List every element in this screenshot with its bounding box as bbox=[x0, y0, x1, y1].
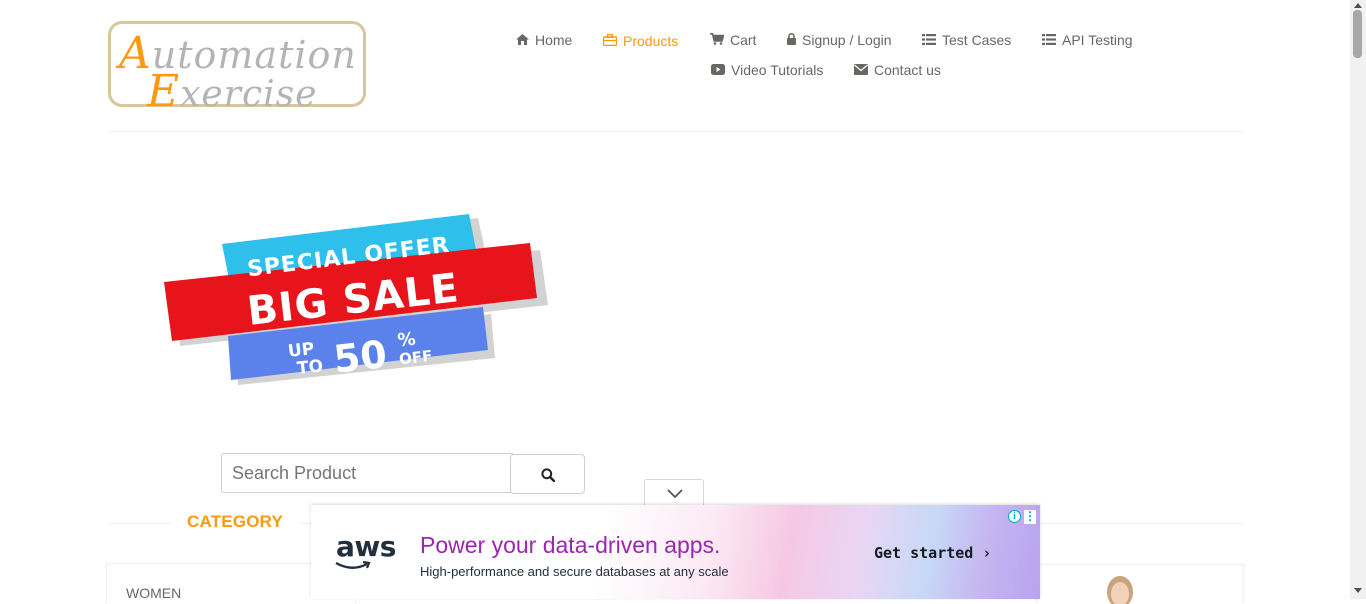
banner-text-to: TO bbox=[296, 356, 324, 379]
cart-icon bbox=[710, 33, 725, 48]
nav-api-testing[interactable]: API Testing bbox=[1042, 32, 1133, 48]
product-card bbox=[1035, 563, 1245, 603]
nav-contact-us-label: Contact us bbox=[874, 62, 941, 78]
sale-banner: SPECIAL OFFER BIG SALE UP TO 50 % OFF bbox=[164, 214, 548, 385]
banner-text-off: OFF bbox=[398, 347, 433, 369]
nav-test-cases[interactable]: Test Cases bbox=[922, 32, 1011, 48]
product-image bbox=[1107, 576, 1133, 604]
list-icon bbox=[1042, 34, 1056, 48]
list-icon bbox=[922, 34, 936, 48]
logo-letter-e: E bbox=[147, 66, 181, 117]
nav-video-tutorials-label: Video Tutorials bbox=[731, 62, 824, 78]
ad-get-started-button[interactable]: Get started › bbox=[874, 544, 991, 562]
briefcase-icon bbox=[602, 34, 618, 49]
envelope-icon bbox=[854, 64, 868, 78]
logo-text-line2: xercise bbox=[180, 74, 318, 115]
nav-home-label: Home bbox=[535, 32, 573, 48]
search-icon bbox=[541, 468, 555, 482]
ad-menu-icon[interactable]: ⋮ bbox=[1024, 510, 1036, 524]
ad-collapse-toggle[interactable] bbox=[644, 479, 704, 505]
nav-home[interactable]: Home bbox=[515, 32, 572, 48]
search-product-input[interactable] bbox=[221, 453, 513, 493]
scroll-thumb[interactable] bbox=[1353, 10, 1362, 58]
nav-cart-label: Cart bbox=[730, 32, 757, 48]
ad-info-icon[interactable]: i bbox=[1008, 510, 1021, 523]
nav-signup-login-label: Signup / Login bbox=[802, 32, 892, 48]
nav-cart[interactable]: Cart bbox=[710, 32, 756, 48]
search-button[interactable] bbox=[510, 454, 585, 494]
nav-api-testing-label: API Testing bbox=[1062, 32, 1133, 48]
ad-headline: Power your data-driven apps. bbox=[420, 532, 721, 558]
ad-subtext: High-performance and secure databases at… bbox=[420, 564, 729, 579]
aws-smile-icon bbox=[335, 560, 371, 569]
chevron-down-icon bbox=[667, 489, 683, 498]
header-divider bbox=[107, 131, 1245, 132]
aws-logo: aws bbox=[336, 530, 396, 563]
nav-contact-us[interactable]: Contact us bbox=[854, 62, 941, 78]
lock-icon bbox=[786, 33, 796, 48]
nav-signup-login[interactable]: Signup / Login bbox=[786, 32, 892, 48]
nav-products-label: Products bbox=[623, 33, 679, 49]
banner-text-50: 50 bbox=[331, 332, 389, 382]
nav-test-cases-label: Test Cases bbox=[942, 32, 1012, 48]
scroll-down-arrow-icon[interactable] bbox=[1354, 588, 1362, 593]
category-title: CATEGORY bbox=[187, 512, 284, 531]
youtube-play-icon bbox=[711, 64, 725, 78]
site-logo[interactable]: Automation Exercise bbox=[108, 21, 366, 117]
page-scrollbar[interactable] bbox=[1350, 0, 1366, 599]
category-divider-left bbox=[107, 523, 171, 524]
nav-video-tutorials[interactable]: Video Tutorials bbox=[711, 62, 823, 78]
home-icon bbox=[515, 34, 529, 48]
aws-ad-banner[interactable]: aws Power your data-driven apps. High-pe… bbox=[311, 505, 1040, 599]
nav-products[interactable]: Products bbox=[602, 33, 679, 49]
scroll-up-arrow-icon[interactable] bbox=[1354, 3, 1362, 8]
